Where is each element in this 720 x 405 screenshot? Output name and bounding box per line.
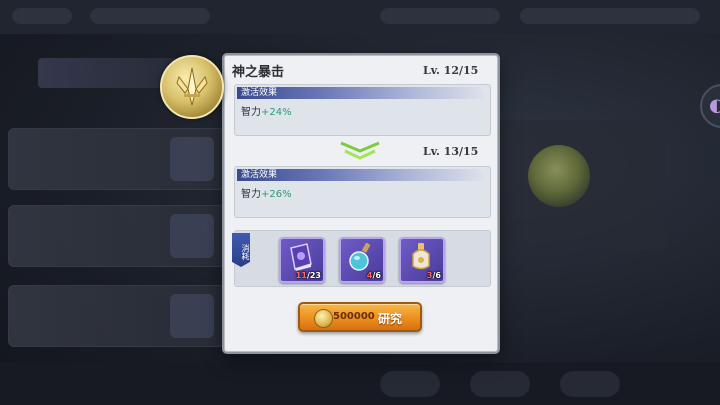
background-orb bbox=[528, 145, 590, 207]
purple-book-icon bbox=[290, 243, 312, 271]
stat-label: 智力 bbox=[241, 189, 261, 200]
double-chevron-down-icon bbox=[340, 141, 380, 160]
stat-label: 智力 bbox=[241, 107, 261, 118]
stat-value: +24% bbox=[261, 107, 292, 118]
background-card bbox=[8, 205, 225, 267]
effect-header: 激活效果 bbox=[237, 169, 487, 181]
research-button-label: 研究 bbox=[378, 312, 403, 326]
golden-bottle-icon bbox=[412, 243, 430, 270]
gold-coin-icon bbox=[314, 309, 333, 328]
stat-value: +26% bbox=[261, 189, 292, 200]
effect-header: 激活效果 bbox=[237, 87, 487, 99]
current-effect-panel: 激活效果 智力+24% bbox=[234, 84, 491, 136]
material-count: 4/6 bbox=[366, 271, 381, 280]
effect-text: 智力+26% bbox=[241, 185, 292, 200]
research-button[interactable]: 500000 研究 bbox=[298, 302, 422, 332]
material-slot-potion[interactable]: 4/6 bbox=[339, 237, 385, 283]
bottom-bar bbox=[0, 363, 720, 405]
background-card bbox=[8, 128, 225, 190]
material-count: 3/6 bbox=[426, 271, 441, 280]
current-level: Lv. 12/15 bbox=[423, 64, 479, 77]
next-level: Lv. 13/15 bbox=[423, 145, 479, 158]
material-slot-bottle[interactable]: 3/6 bbox=[399, 237, 445, 283]
next-effect-panel: 激活效果 智力+26% bbox=[234, 166, 491, 218]
blue-potion-bottle-icon bbox=[349, 242, 371, 271]
background-card bbox=[8, 285, 225, 347]
skill-badge bbox=[160, 55, 224, 119]
top-bar bbox=[0, 0, 720, 34]
material-count: 11/23 bbox=[295, 271, 321, 280]
effect-text: 智力+24% bbox=[241, 103, 292, 118]
consume-tag: 消耗 bbox=[232, 233, 250, 267]
skill-title: 神之暴击 bbox=[232, 65, 285, 80]
material-slot-book[interactable]: 11/23 bbox=[279, 237, 325, 283]
research-cost: 500000 bbox=[333, 311, 375, 322]
sword-emblem-icon bbox=[176, 67, 208, 106]
